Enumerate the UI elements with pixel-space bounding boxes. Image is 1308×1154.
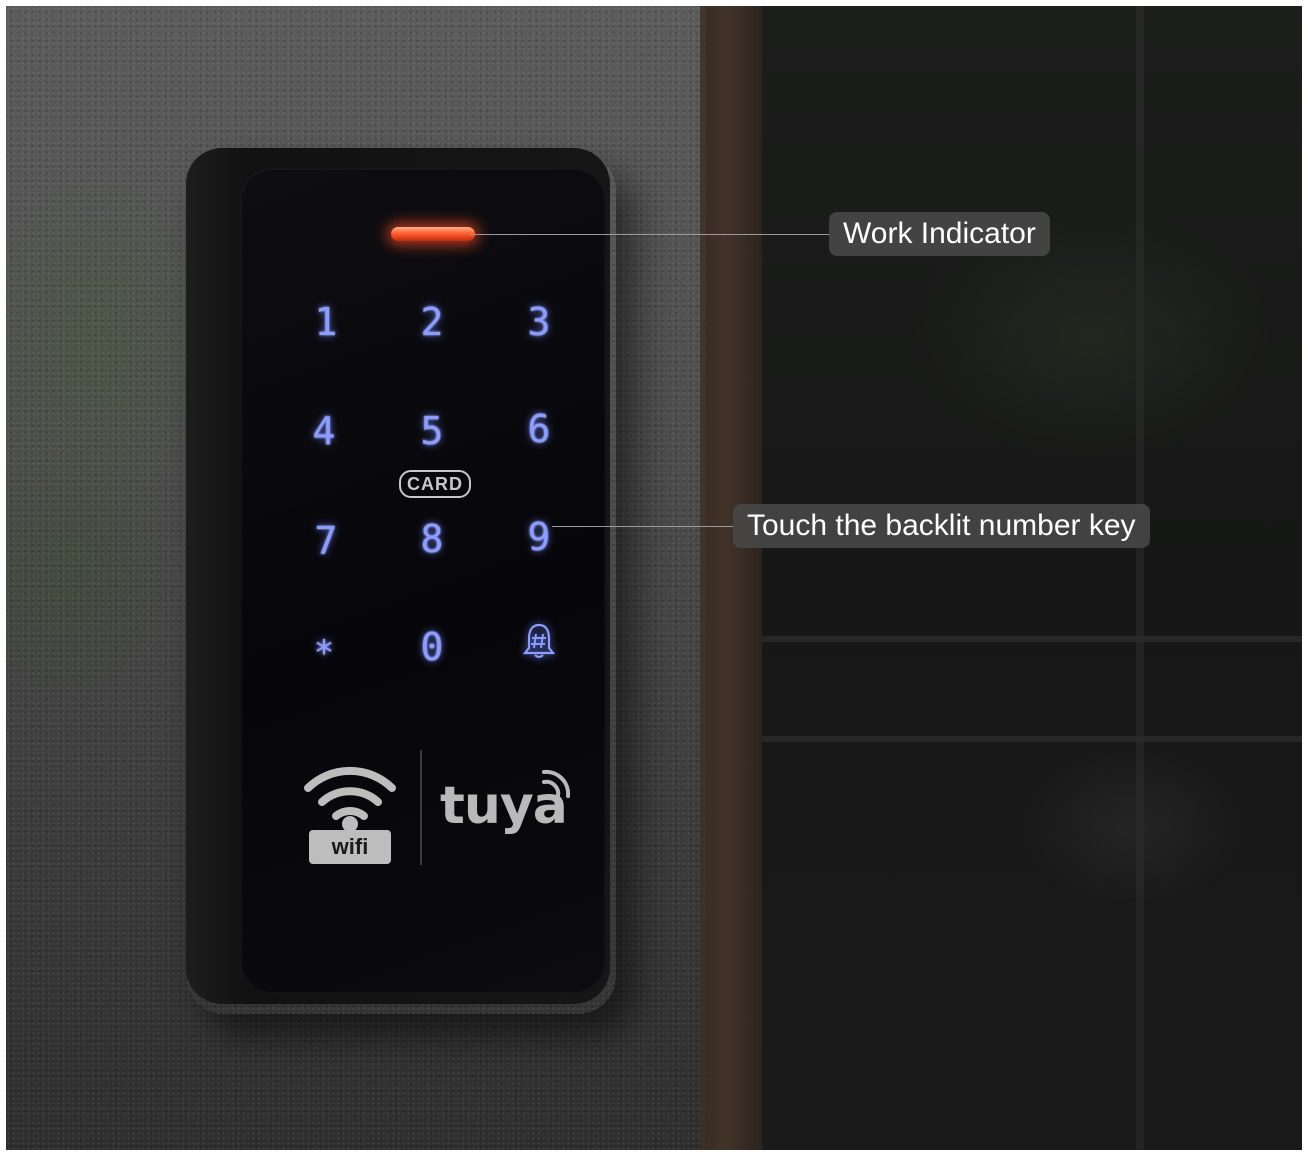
key-1[interactable]: 1 xyxy=(296,297,356,347)
key-3[interactable]: 3 xyxy=(509,297,569,347)
work-indicator-callout: Work Indicator xyxy=(829,212,1050,256)
tuya-signal-icon xyxy=(542,769,571,798)
backlit-keys-callout: Touch the backlit number key xyxy=(733,504,1150,548)
logo-divider xyxy=(420,750,422,865)
dark-doorway xyxy=(762,6,1302,1150)
key-0[interactable]: 0 xyxy=(402,622,462,672)
work-indicator-leader-line xyxy=(470,234,830,235)
key-5[interactable]: 5 xyxy=(402,406,462,456)
key-2[interactable]: 2 xyxy=(402,297,462,347)
key-star[interactable]: * xyxy=(294,628,354,678)
door-frame-post xyxy=(1136,6,1144,1150)
bell-hash-icon xyxy=(522,623,556,658)
key-8[interactable]: 8 xyxy=(402,514,462,564)
door-frame-rail xyxy=(762,636,1302,642)
card-reader-label: CARD xyxy=(399,470,471,498)
key-4[interactable]: 4 xyxy=(294,406,354,456)
door-frame-rail xyxy=(762,736,1302,742)
key-6[interactable]: 6 xyxy=(509,404,569,454)
brick-pillar xyxy=(700,6,764,1150)
backlit-keys-leader-line xyxy=(552,526,734,527)
wifi-label: wifi xyxy=(309,830,391,864)
keypad-face xyxy=(240,168,606,994)
key-9[interactable]: 9 xyxy=(509,512,569,562)
doorbell-key[interactable] xyxy=(509,616,569,666)
key-7[interactable]: 7 xyxy=(296,516,356,566)
work-indicator-led xyxy=(391,227,475,241)
